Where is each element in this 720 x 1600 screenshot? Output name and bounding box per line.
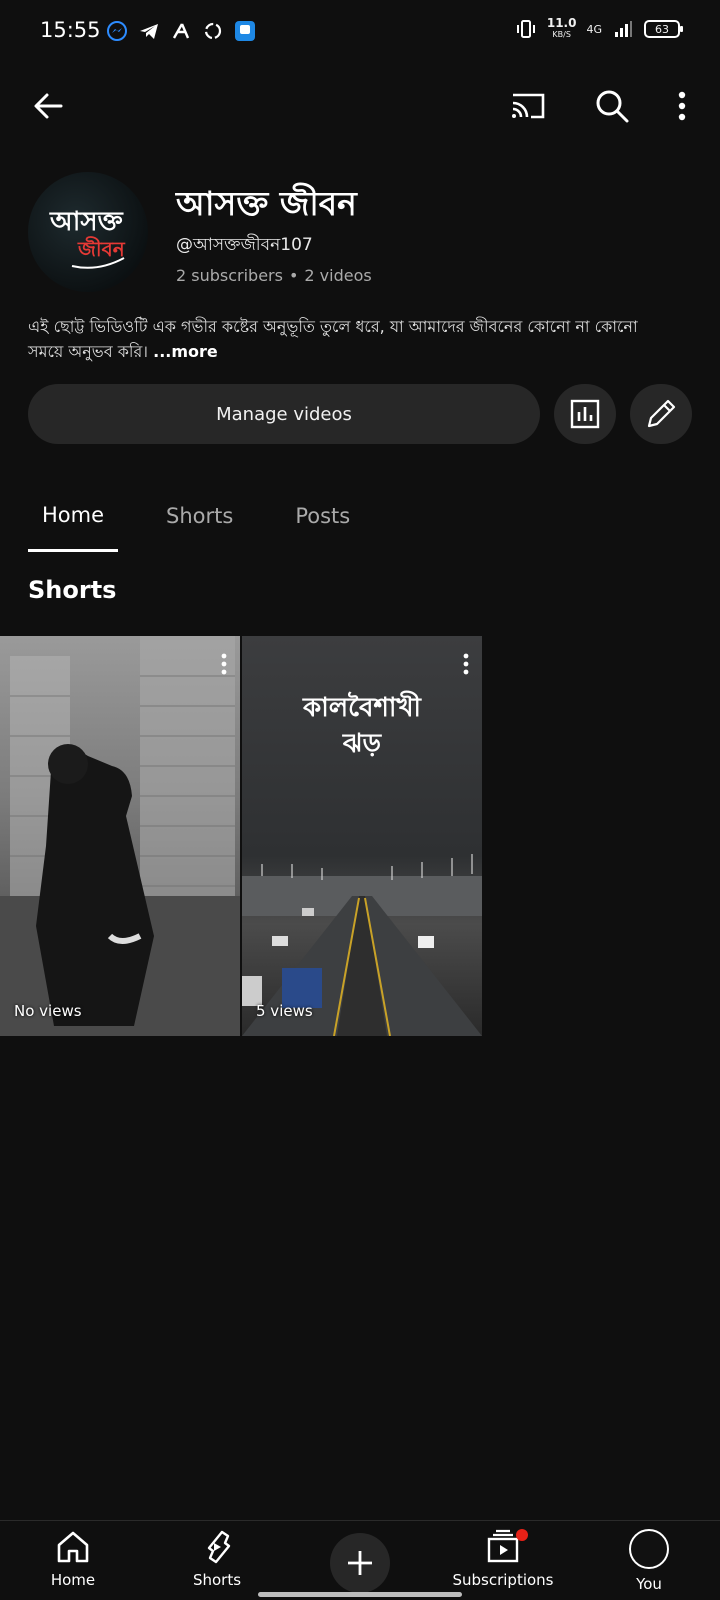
home-icon xyxy=(57,1531,89,1563)
nav-subscriptions[interactable]: Subscriptions xyxy=(438,1529,568,1589)
messenger-icon xyxy=(107,21,127,41)
more-link[interactable]: ...more xyxy=(153,342,218,361)
channel-tabs: Home Shorts Posts xyxy=(28,480,398,552)
carrier-icon xyxy=(172,23,190,39)
nav-home[interactable]: Home xyxy=(8,1529,138,1589)
edit-channel-button[interactable] xyxy=(630,384,692,444)
user-avatar xyxy=(629,1529,669,1569)
nav-you[interactable]: You xyxy=(584,1529,714,1593)
shorts-icon xyxy=(207,1530,231,1564)
notification-badge xyxy=(516,1529,528,1541)
analytics-button[interactable] xyxy=(554,384,616,444)
subscriber-count: 2 subscribers xyxy=(176,266,283,285)
back-button[interactable] xyxy=(26,84,70,128)
channel-logo-icon: আসক্ত জীবন xyxy=(49,207,126,269)
channel-name: আসক্ত জীবন xyxy=(176,184,357,223)
short-thumbnail[interactable]: No views xyxy=(0,636,240,1036)
home-indicator xyxy=(258,1592,462,1597)
short-thumbnail-image xyxy=(0,636,240,1036)
nav-home-label: Home xyxy=(50,1571,96,1589)
battery-indicator: 63 xyxy=(644,20,683,38)
vibrate-icon xyxy=(516,20,535,38)
bottom-navigation: Home Shorts Subscriptions You xyxy=(0,1520,720,1600)
video-count: 2 videos xyxy=(304,266,372,285)
tab-home[interactable]: Home xyxy=(28,480,119,552)
cast-button[interactable] xyxy=(506,84,550,128)
search-button[interactable] xyxy=(590,84,634,128)
description-text: এই ছোট্ট ভিডিওটি এক গভীর কষ্টের অনুভূতি … xyxy=(28,317,638,361)
short-overlay-title: কালবৈশাখী ঝড় xyxy=(303,693,421,759)
notification-icons xyxy=(106,20,256,42)
channel-stats: 2 subscribers • 2 videos xyxy=(176,266,372,285)
more-vert-icon xyxy=(678,91,686,121)
nav-shorts-label: Shorts xyxy=(192,1571,242,1589)
nav-shorts[interactable]: Shorts xyxy=(152,1529,282,1589)
manage-videos-button[interactable]: Manage videos xyxy=(28,384,540,444)
channel-handle: @আসক্তজীবন107 xyxy=(176,235,313,255)
app-notification-icon xyxy=(235,21,255,41)
short-menu-button[interactable] xyxy=(462,652,470,680)
short-menu-button[interactable] xyxy=(220,652,228,680)
search-icon xyxy=(596,90,629,123)
sync-icon xyxy=(204,22,222,40)
nav-subscriptions-label: Subscriptions xyxy=(452,1571,554,1589)
arrow-left-icon xyxy=(34,93,63,119)
system-icons: 11.0 KB/S 4G 63 xyxy=(515,16,683,40)
section-title: Shorts xyxy=(28,576,117,604)
status-bar: 15:55 11.0 KB/S 4G 63 xyxy=(0,0,720,64)
svg-text:আসক্ত: আসক্ত xyxy=(49,207,125,237)
tab-shorts[interactable]: Shorts xyxy=(152,480,247,552)
more-vert-icon xyxy=(221,653,227,675)
channel-avatar[interactable]: আসক্ত জীবন xyxy=(28,172,148,292)
create-button[interactable] xyxy=(330,1533,390,1593)
app-bar xyxy=(0,72,720,138)
svg-text:জীবন: জীবন xyxy=(77,236,126,261)
telegram-icon xyxy=(140,24,158,39)
more-options-button[interactable] xyxy=(660,84,704,128)
analytics-icon xyxy=(570,399,600,429)
network-speed: 11.0 KB/S xyxy=(546,16,577,39)
short-thumbnail[interactable]: কালবৈশাখী ঝড় 5 views xyxy=(242,636,482,1036)
cast-icon xyxy=(512,93,545,119)
short-views: 5 views xyxy=(256,1002,313,1020)
signal-icon xyxy=(615,21,632,37)
status-time: 15:55 xyxy=(40,18,101,42)
more-vert-icon xyxy=(463,653,469,675)
nav-you-label: You xyxy=(636,1575,662,1593)
short-views: No views xyxy=(14,1002,82,1020)
tab-posts[interactable]: Posts xyxy=(281,480,364,552)
plus-icon xyxy=(348,1551,372,1575)
pencil-icon xyxy=(647,399,676,428)
channel-description[interactable]: এই ছোট্ট ভিডিওটি এক গভীর কষ্টের অনুভূতি … xyxy=(28,314,668,364)
network-type: 4G xyxy=(586,22,602,36)
